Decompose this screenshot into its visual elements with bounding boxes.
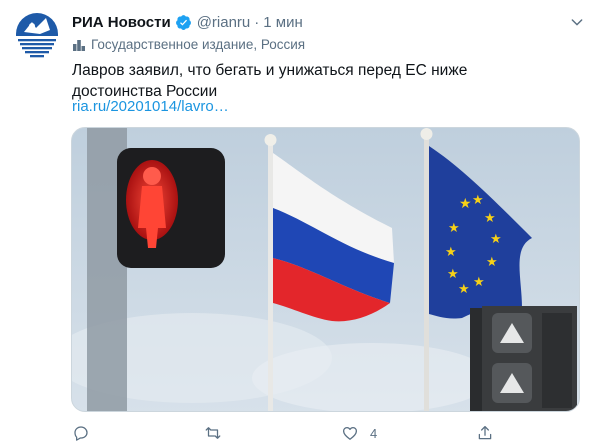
svg-text:★: ★ [445,245,457,260]
account-label[interactable]: Государственное издание, Россия [72,37,305,52]
tweet-media-image[interactable]: ★ ★ ★ ★ ★ ★ ★ ★ ★ ★ [71,127,580,412]
tweet-card[interactable]: РИА Новости @rianru · 1 мин Государствен… [0,0,599,446]
author-handle[interactable]: @rianru [197,14,251,31]
heart-icon [342,426,358,440]
ria-logo-icon [12,12,62,62]
tweet-text: Лавров заявил, что бегать и унижаться пе… [72,62,468,100]
svg-text:★: ★ [448,221,460,236]
svg-text:★: ★ [473,275,485,290]
share-icon [478,425,492,440]
like-count: 4 [370,425,378,441]
tweet-header: РИА Новости @rianru · 1 мин [72,12,303,32]
chevron-down-icon[interactable] [569,14,585,30]
retweet-action[interactable] [204,424,233,442]
tweet-actions: 4 [72,424,552,444]
avatar[interactable] [12,12,62,62]
svg-text:★: ★ [486,255,498,270]
svg-text:★: ★ [490,232,502,247]
svg-text:★: ★ [458,282,470,297]
author-name[interactable]: РИА Новости [72,14,171,31]
svg-text:★: ★ [459,196,472,212]
verified-badge-icon [175,14,191,30]
header-separator: · [254,13,260,31]
svg-text:★: ★ [472,193,484,208]
tweet-link[interactable]: ria.ru/20201014/lavro… [72,98,229,115]
reply-action[interactable] [72,424,101,442]
svg-text:★: ★ [447,267,459,282]
retweet-icon [205,427,221,439]
reply-icon [74,426,88,441]
podium-icon [73,39,85,51]
account-label-text: Государственное издание, Россия [91,37,306,52]
tweet-timestamp[interactable]: 1 мин [263,14,303,31]
flags-photo: ★ ★ ★ ★ ★ ★ ★ ★ ★ ★ [72,128,579,411]
like-action[interactable]: 4 [341,424,377,442]
svg-text:★: ★ [484,211,496,226]
share-action[interactable] [476,424,505,442]
